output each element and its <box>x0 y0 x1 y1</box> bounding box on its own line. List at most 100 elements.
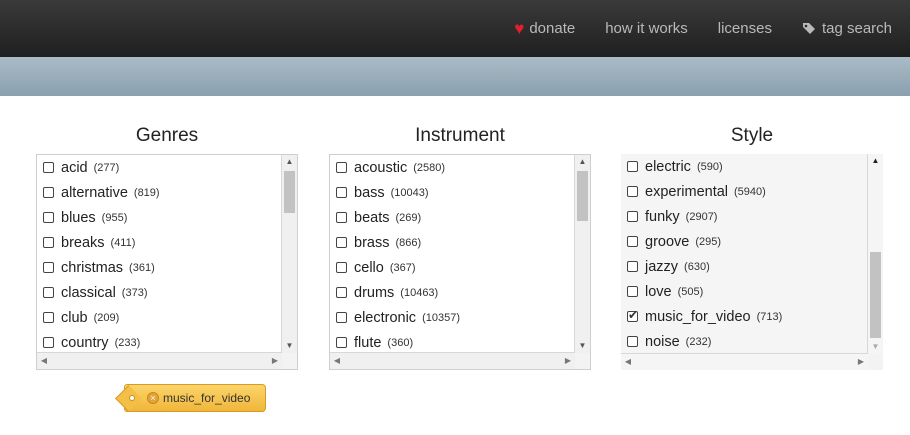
item-label: alternative <box>61 184 128 201</box>
style-title: Style <box>730 125 774 146</box>
selected-tag-chip[interactable]: × music_for_video <box>124 384 266 412</box>
checkbox[interactable] <box>336 237 347 248</box>
style-item-funky[interactable]: funky (2907) <box>621 204 867 229</box>
instrument-list: acoustic (2580) bass (10043) beats (269) br… <box>330 155 575 353</box>
scroll-thumb[interactable] <box>577 171 588 221</box>
item-count: (713) <box>756 310 783 323</box>
scroll-left-arrow-icon[interactable]: ◀ <box>37 353 51 369</box>
tag-search-link[interactable]: tag search <box>802 20 892 37</box>
item-label: funky <box>645 208 680 225</box>
how-it-works-link[interactable]: how it works <box>605 20 688 37</box>
remove-tag-icon[interactable]: × <box>147 392 159 404</box>
checkbox[interactable] <box>627 286 638 297</box>
genre-item-breaks[interactable]: breaks (411) <box>37 230 281 255</box>
item-count: (373) <box>121 286 148 299</box>
checkbox[interactable] <box>627 336 638 347</box>
checkbox[interactable] <box>336 312 347 323</box>
genre-item-acid[interactable]: acid (277) <box>37 155 281 180</box>
checkbox[interactable] <box>336 337 347 348</box>
item-count: (955) <box>101 211 128 224</box>
instrument-item-brass[interactable]: brass (866) <box>330 230 574 255</box>
instrument-item-bass[interactable]: bass (10043) <box>330 180 574 205</box>
checkbox-checked[interactable] <box>627 308 638 322</box>
item-count: (269) <box>395 211 422 224</box>
genre-item-alternative[interactable]: alternative (819) <box>37 180 281 205</box>
item-label: christmas <box>61 259 124 276</box>
horizontal-scrollbar[interactable]: ◀ ▶ <box>330 353 575 369</box>
style-item-love[interactable]: love (505) <box>621 279 867 304</box>
instrument-item-cello[interactable]: cello (367) <box>330 255 574 280</box>
checkbox[interactable] <box>43 287 54 298</box>
item-count: (5940) <box>734 185 766 198</box>
scroll-right-arrow-icon[interactable]: ▶ <box>854 354 868 370</box>
scroll-left-arrow-icon[interactable]: ◀ <box>621 354 635 370</box>
item-label: breaks <box>61 234 105 251</box>
checkbox[interactable] <box>43 237 54 248</box>
licenses-link[interactable]: licenses <box>718 20 772 37</box>
style-item-experimental[interactable]: experimental (5940) <box>621 179 867 204</box>
licenses-label: licenses <box>717 20 772 37</box>
style-listbox: electric (590) experimental (5940) funky (2… <box>621 154 883 370</box>
scroll-up-arrow-icon[interactable]: ▲ <box>575 155 590 169</box>
vertical-scrollbar[interactable]: ▲ ▼ <box>282 155 297 353</box>
genres-listbox: acid (277) alternative (819) blues (955) br… <box>36 154 298 370</box>
instrument-item-electronic[interactable]: electronic (10357) <box>330 305 574 330</box>
checkbox[interactable] <box>43 312 54 323</box>
donate-link[interactable]: ♥ donate <box>514 20 575 37</box>
checkbox[interactable] <box>336 162 347 173</box>
style-item-jazzy[interactable]: jazzy (630) <box>621 254 867 279</box>
style-item-electric[interactable]: electric (590) <box>621 154 867 179</box>
instrument-column: Instrument acoustic (2580) bass (10043) be… <box>329 118 591 370</box>
checkbox[interactable] <box>336 212 347 223</box>
scroll-up-arrow-icon[interactable]: ▲ <box>868 154 883 168</box>
genre-item-blues[interactable]: blues (955) <box>37 205 281 230</box>
horizontal-scrollbar[interactable]: ◀ ▶ <box>621 354 868 370</box>
checkbox[interactable] <box>43 337 54 348</box>
header-band <box>0 57 910 96</box>
style-list: electric (590) experimental (5940) funky (2… <box>621 154 868 354</box>
item-count: (2580) <box>413 161 445 174</box>
nav-menu: ♥ donate how it works licenses tag searc… <box>514 0 892 57</box>
scroll-right-arrow-icon[interactable]: ▶ <box>268 353 282 369</box>
genre-item-country[interactable]: country (233) <box>37 330 281 352</box>
scroll-thumb[interactable] <box>870 252 881 338</box>
instrument-item-acoustic[interactable]: acoustic (2580) <box>330 155 574 180</box>
scroll-thumb[interactable] <box>284 171 295 213</box>
scroll-left-arrow-icon[interactable]: ◀ <box>330 353 344 369</box>
instrument-item-flute[interactable]: flute (360) <box>330 330 574 352</box>
checkbox[interactable] <box>627 211 638 222</box>
checkbox[interactable] <box>627 186 638 197</box>
instrument-item-drums[interactable]: drums (10463) <box>330 280 574 305</box>
horizontal-scrollbar[interactable]: ◀ ▶ <box>37 353 282 369</box>
genre-item-classical[interactable]: classical (373) <box>37 280 281 305</box>
genre-item-club[interactable]: club (209) <box>37 305 281 330</box>
scroll-right-arrow-icon[interactable]: ▶ <box>561 353 575 369</box>
item-label: electronic <box>354 309 417 326</box>
checkbox[interactable] <box>627 161 638 172</box>
scroll-up-arrow-icon[interactable]: ▲ <box>282 155 297 169</box>
donate-label: donate <box>529 20 576 37</box>
scroll-down-arrow-icon[interactable]: ▼ <box>575 339 590 353</box>
item-count: (209) <box>93 311 120 324</box>
scroll-down-arrow-icon[interactable]: ▼ <box>282 339 297 353</box>
style-item-music-for-video[interactable]: music_for_video (713) <box>621 304 867 329</box>
item-count: (232) <box>685 335 712 348</box>
checkbox[interactable] <box>627 261 638 272</box>
scroll-down-arrow-icon[interactable]: ▼ <box>868 340 883 354</box>
checkbox[interactable] <box>43 262 54 273</box>
style-item-noise[interactable]: noise (232) <box>621 329 867 353</box>
how-it-works-label: how it works <box>605 20 688 37</box>
checkbox[interactable] <box>336 287 347 298</box>
checkbox[interactable] <box>336 187 347 198</box>
genre-item-christmas[interactable]: christmas (361) <box>37 255 281 280</box>
checkbox[interactable] <box>43 187 54 198</box>
checkbox[interactable] <box>627 236 638 247</box>
vertical-scrollbar[interactable]: ▲ ▼ <box>575 155 590 353</box>
style-item-groove[interactable]: groove (295) <box>621 229 867 254</box>
checkbox[interactable] <box>43 162 54 173</box>
instrument-item-beats[interactable]: beats (269) <box>330 205 574 230</box>
vertical-scrollbar[interactable]: ▲ ▼ <box>868 154 883 354</box>
checkbox[interactable] <box>43 212 54 223</box>
checkbox[interactable] <box>336 262 347 273</box>
item-count: (590) <box>696 160 723 173</box>
